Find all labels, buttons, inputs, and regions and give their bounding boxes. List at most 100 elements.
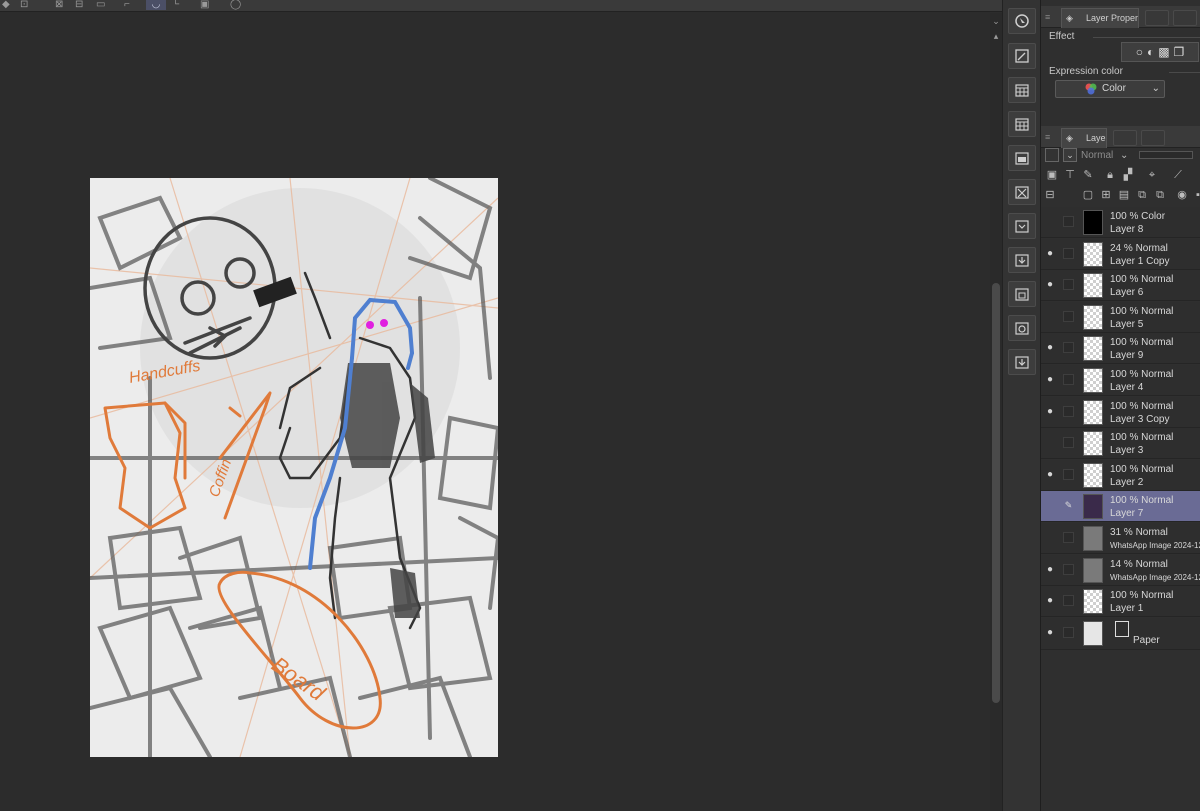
layer-lock-box[interactable]	[1063, 310, 1074, 322]
layer-lock-box[interactable]	[1063, 342, 1074, 354]
layer-row[interactable]: ● 100 % Normal Layer 4	[1041, 365, 1200, 396]
ruler-icon[interactable]: ▭	[96, 0, 105, 10]
new-raster-layer-icon[interactable]: ▢	[1081, 188, 1095, 202]
angle-icon[interactable]: ⌐	[124, 0, 130, 10]
layer-lock-box[interactable]	[1063, 595, 1074, 607]
tab-layer[interactable]: ◈ Layer	[1061, 128, 1107, 148]
layer-icon[interactable]: ▣	[200, 0, 209, 10]
eye-icon[interactable]: ●	[1044, 342, 1056, 354]
eye-icon[interactable]: ●	[1044, 279, 1056, 291]
artwork-canvas[interactable]: Handcuffs Coffin Board	[90, 178, 498, 757]
new-folder-icon[interactable]: ▤	[1117, 188, 1131, 202]
tab-history[interactable]	[1113, 130, 1137, 146]
layer-lock-box[interactable]	[1063, 437, 1074, 449]
blend-mode-select[interactable]: Normal ⌄	[1081, 149, 1133, 163]
eye-icon[interactable]: ●	[1044, 248, 1056, 260]
layer-color-swatch[interactable]	[1045, 148, 1059, 162]
scroll-up-arrow-icon[interactable]: ▴	[990, 30, 1002, 42]
layer-row[interactable]: ● 100 % Normal Layer 1	[1041, 586, 1200, 618]
folder-icon[interactable]	[1008, 281, 1036, 307]
layer-lock-box[interactable]	[1063, 279, 1074, 291]
layer-row[interactable]: ● 100 % Normal Layer 6	[1041, 270, 1200, 302]
draft-layer-icon[interactable]: ⊤	[1063, 168, 1077, 182]
layer-color-icon[interactable]: ❐	[1174, 45, 1185, 59]
layer-row[interactable]: ● 100 % NormalLayer 3	[1041, 428, 1200, 460]
eye-icon[interactable]: ●	[1044, 627, 1056, 639]
layer-row[interactable]: ● 24 % Normal Layer 1 Copy	[1041, 238, 1200, 270]
select-rect-icon[interactable]: ◆	[2, 0, 10, 10]
grid-icon[interactable]: ⊟	[75, 0, 83, 10]
scrollbar-thumb[interactable]	[992, 283, 1000, 703]
new-vector-layer-icon[interactable]: ⊞	[1099, 188, 1113, 202]
layer-row[interactable]: ● 14 % Normal WhatsApp Image 2024-12-0	[1041, 554, 1200, 586]
reference-layer-icon[interactable]: ▣	[1045, 168, 1059, 182]
curve-icon[interactable]: ◡	[146, 0, 166, 10]
material-image-icon[interactable]	[1008, 145, 1036, 171]
tab-layer-property[interactable]: ◈ Layer Propert	[1061, 8, 1139, 28]
tone-effect-icon[interactable]: ▩	[1158, 45, 1169, 59]
corner-icon[interactable]: └	[172, 0, 179, 10]
chat-icon[interactable]: ◯	[230, 0, 241, 10]
eye-icon[interactable]: ●	[1044, 406, 1056, 418]
eye-icon[interactable]: ●	[1044, 311, 1056, 323]
chevron-down-icon[interactable]: ⌄	[990, 15, 1002, 27]
expression-color-select[interactable]: Color ⌄	[1055, 80, 1165, 98]
layer-lock-box[interactable]	[1063, 216, 1074, 227]
tab-sub-tool[interactable]	[1173, 10, 1197, 26]
transfer-down-icon[interactable]: ⧉	[1135, 188, 1149, 202]
lock-transparency-icon[interactable]: ▞	[1121, 168, 1135, 182]
mask-create-icon[interactable]: ◉	[1175, 188, 1189, 202]
mask-icon[interactable]: ✎	[1081, 168, 1095, 182]
delete-layer-icon[interactable]: ▪	[1191, 188, 1200, 202]
layer-menu-icon[interactable]: ⊟	[1043, 188, 1057, 202]
layer-lock-box[interactable]	[1063, 626, 1074, 638]
combine-icon[interactable]: ⧉	[1153, 188, 1167, 202]
ruler-show-icon[interactable]: ⟋	[1171, 168, 1185, 182]
layer-lock-box[interactable]	[1063, 532, 1074, 543]
eye-icon[interactable]: ●	[1044, 469, 1056, 481]
paper-layer-row[interactable]: ● Paper	[1041, 617, 1200, 650]
material-delete-icon[interactable]	[1008, 179, 1036, 205]
lock-icon[interactable]: 🔒︎	[1103, 168, 1117, 182]
download-icon[interactable]	[1008, 349, 1036, 375]
tab-auto-action[interactable]	[1141, 130, 1165, 146]
eye-icon[interactable]: ●	[1044, 374, 1056, 386]
layer-lock-box[interactable]	[1063, 563, 1074, 575]
eye-icon[interactable]: ●	[1044, 532, 1056, 544]
panel-grip-icon[interactable]: ≡	[1045, 132, 1050, 142]
material-grid-icon[interactable]	[1008, 77, 1036, 103]
import-icon[interactable]	[1008, 247, 1036, 273]
eye-icon[interactable]: ●	[1044, 437, 1056, 449]
layer-row[interactable]: ● 31 % Normal WhatsApp Image 2024-12-0	[1041, 523, 1200, 554]
layer-row[interactable]: ● 100 % NormalLayer 5	[1041, 301, 1200, 333]
layer-row[interactable]: ● ✎ 100 % NormalLayer 7	[1041, 491, 1200, 523]
sub-view-icon[interactable]	[1008, 43, 1036, 69]
navigator-icon[interactable]	[1008, 8, 1036, 34]
extract-line-icon[interactable]: ◐	[1147, 45, 1154, 59]
transform-icon[interactable]: ⊡	[20, 0, 28, 10]
layer-row[interactable]: ● 100 % Color Layer 8	[1041, 207, 1200, 238]
border-effect-icon[interactable]: ○	[1136, 45, 1143, 59]
eye-icon[interactable]: ●	[1044, 216, 1056, 228]
pencil-icon[interactable]: ✎	[1063, 500, 1074, 511]
clip-icon[interactable]: ⌖	[1145, 168, 1159, 182]
camera-icon[interactable]	[1008, 315, 1036, 341]
layer-row[interactable]: ● 100 % Normal Layer 2	[1041, 459, 1200, 491]
layer-row[interactable]: ● 100 % Normal Layer 3 Copy	[1041, 396, 1200, 428]
lasso-icon[interactable]: ⊠	[55, 0, 63, 10]
opacity-slider[interactable]	[1139, 151, 1193, 159]
tab-tool-property[interactable]	[1145, 10, 1169, 26]
material-3d-icon[interactable]	[1008, 213, 1036, 239]
layer-lock-box[interactable]	[1063, 468, 1074, 480]
eye-icon[interactable]: ●	[1044, 500, 1056, 512]
eye-icon[interactable]: ●	[1044, 595, 1056, 607]
panel-grip-icon[interactable]: ≡	[1045, 12, 1050, 22]
layer-lock-box[interactable]	[1063, 374, 1074, 385]
eye-icon[interactable]: ●	[1044, 564, 1056, 576]
chevron-down-icon[interactable]: ⌄	[1063, 148, 1077, 162]
layer-lock-box[interactable]	[1063, 247, 1074, 259]
canvas-vertical-scrollbar[interactable]: ⌄ ▴	[990, 13, 1002, 811]
layer-lock-box[interactable]	[1063, 405, 1074, 417]
material-pattern-icon[interactable]	[1008, 111, 1036, 137]
layer-row[interactable]: ● 100 % Normal Layer 9	[1041, 333, 1200, 365]
